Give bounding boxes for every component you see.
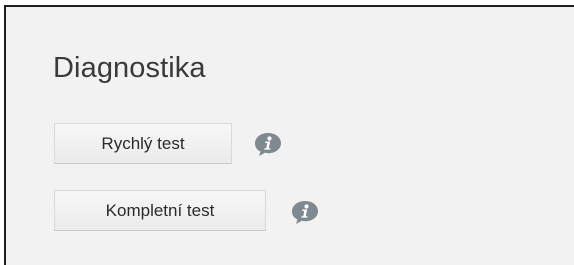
info-icon — [292, 201, 318, 224]
section-title: Diagnostika — [53, 52, 206, 84]
full-test-button[interactable]: Kompletní test — [54, 190, 266, 231]
info-icon — [255, 133, 281, 156]
diagnostics-panel: Diagnostika Rychlý test Kompletní test — [4, 5, 574, 265]
quick-test-button[interactable]: Rychlý test — [54, 123, 232, 164]
quick-test-info-icon[interactable] — [253, 130, 283, 158]
full-test-info-icon[interactable] — [290, 198, 320, 226]
